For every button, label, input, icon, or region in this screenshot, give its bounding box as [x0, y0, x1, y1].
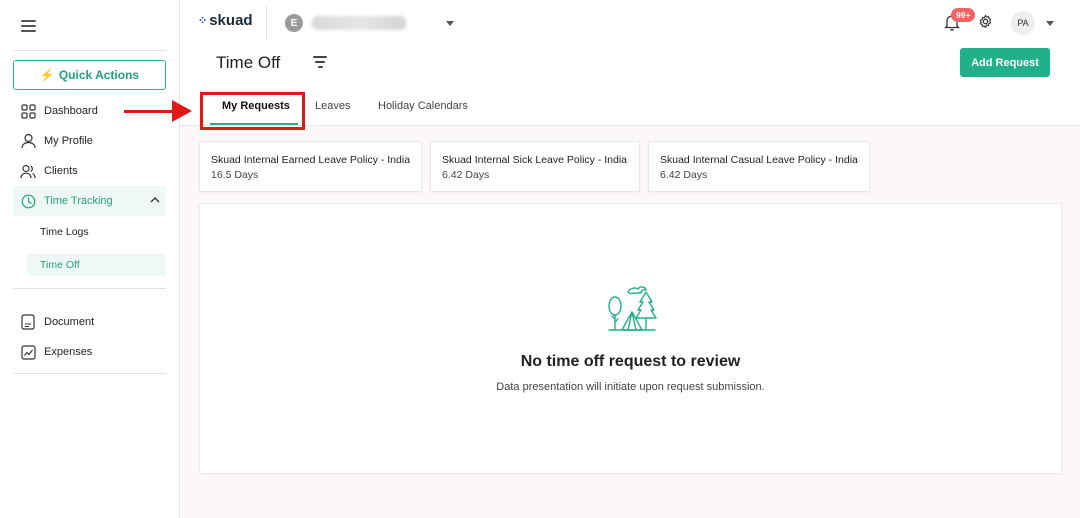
gear-icon[interactable]: [978, 14, 994, 30]
sidebar-divider: [13, 50, 166, 51]
empty-state-subtitle: Data presentation will initiate upon req…: [496, 381, 765, 393]
header-separator: [266, 6, 267, 40]
page-title: Time Off: [216, 53, 281, 72]
clock-icon: [20, 193, 36, 209]
sidebar-item-label: Time Tracking: [44, 195, 113, 207]
quick-actions-label: Quick Actions: [58, 68, 140, 82]
policy-card-earned-leave[interactable]: Skuad Internal Earned Leave Policy - Ind…: [199, 141, 422, 192]
chart-line-icon: [20, 344, 36, 360]
policy-days: 16.5 Days: [211, 169, 259, 181]
company-avatar[interactable]: E: [285, 14, 303, 32]
sidebar-subitem-label: Time Off: [40, 259, 80, 271]
users-icon: [20, 163, 36, 179]
sidebar-item-label: Clients: [44, 165, 78, 177]
sidebar-divider: [13, 373, 166, 374]
company-name-redacted[interactable]: [312, 16, 406, 30]
notification-count-badge: 99+: [951, 8, 976, 22]
chevron-up-icon[interactable]: [150, 194, 160, 206]
user-menu-caret-icon[interactable]: [1046, 21, 1054, 26]
annotation-arrow-head-icon: [172, 100, 192, 122]
add-request-button[interactable]: Add Request: [960, 48, 1050, 77]
sidebar-item-document[interactable]: Document: [13, 307, 166, 337]
app-root: ⚡ Quick Actions Dashboard My Profile Cli…: [0, 0, 1080, 518]
quick-actions-button[interactable]: ⚡ Quick Actions: [13, 60, 166, 90]
policy-days: 6.42 Days: [442, 169, 490, 181]
annotation-arrow-icon: [124, 110, 174, 113]
sidebar-item-time-tracking[interactable]: Time Tracking: [13, 186, 166, 216]
sidebar-subitem-label: Time Logs: [40, 226, 89, 238]
company-dropdown-caret-icon[interactable]: [446, 21, 454, 26]
sidebar: ⚡ Quick Actions Dashboard My Profile Cli…: [0, 0, 180, 518]
sidebar-item-label: Dashboard: [44, 105, 98, 117]
filter-icon[interactable]: [312, 56, 328, 68]
grid-icon: [20, 103, 36, 119]
policy-name: Skuad Internal Casual Leave Policy - Ind…: [660, 154, 858, 166]
hamburger-menu-icon[interactable]: [21, 20, 36, 32]
logo-text: skuad: [209, 12, 253, 29]
logo-mark-icon: ⁘: [198, 15, 208, 27]
user-avatar[interactable]: PA: [1011, 11, 1035, 35]
sidebar-item-my-profile[interactable]: My Profile: [13, 126, 166, 156]
camping-tent-illustration-icon: [606, 282, 658, 334]
document-icon: [20, 314, 36, 330]
user-icon: [20, 133, 36, 149]
sidebar-item-label: Expenses: [44, 346, 93, 358]
sidebar-item-label: Document: [44, 316, 95, 328]
sidebar-subitem-time-logs[interactable]: Time Logs: [27, 221, 166, 243]
tab-leaves[interactable]: Leaves: [315, 100, 350, 112]
sidebar-item-clients[interactable]: Clients: [13, 156, 166, 186]
sidebar-subitem-time-off[interactable]: Time Off: [27, 254, 166, 276]
policy-card-sick-leave[interactable]: Skuad Internal Sick Leave Policy - India…: [430, 141, 640, 192]
sidebar-item-label: My Profile: [44, 135, 93, 147]
tabs-divider: [180, 125, 1080, 126]
policy-card-casual-leave[interactable]: Skuad Internal Casual Leave Policy - Ind…: [648, 141, 870, 192]
policy-days: 6.42 Days: [660, 169, 708, 181]
tab-holiday-calendars[interactable]: Holiday Calendars: [378, 100, 468, 112]
annotation-highlight-box: [200, 92, 305, 130]
requests-empty-state-panel: No time off request to review Data prese…: [199, 203, 1062, 474]
sidebar-divider: [13, 288, 166, 289]
skuad-logo[interactable]: ⁘ skuad: [198, 12, 253, 29]
policy-name: Skuad Internal Earned Leave Policy - Ind…: [211, 154, 411, 166]
lightning-icon: ⚡: [39, 68, 55, 82]
empty-state-title: No time off request to review: [520, 353, 741, 370]
policy-name: Skuad Internal Sick Leave Policy - India: [442, 154, 628, 166]
sidebar-item-expenses[interactable]: Expenses: [13, 337, 166, 367]
